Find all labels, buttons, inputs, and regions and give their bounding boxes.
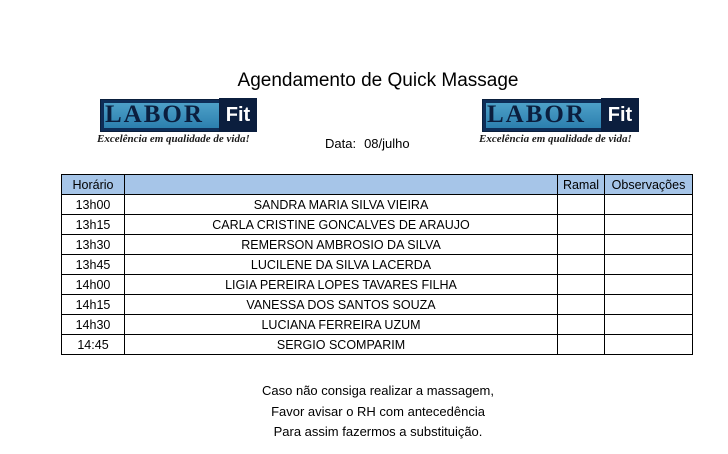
table-row: 13h15 CARLA CRISTINE GONCALVES DE ARAUJO	[61, 214, 693, 235]
note-line: Para assim fazermos a substituição.	[273, 424, 483, 439]
note-line: Favor avisar o RH com antecedência	[271, 403, 485, 419]
table-row: 14h30 LUCIANA FERREIRA UZUM	[61, 314, 693, 335]
logo-banner: LABOR Fit	[482, 98, 639, 132]
page-title: Agendamento de Quick Massage	[237, 70, 519, 91]
logo-fit: Fit	[219, 98, 257, 132]
cell-ramal	[557, 274, 605, 295]
cell-time: 13h00	[61, 194, 125, 215]
cell-time: 13h15	[61, 214, 125, 235]
note-line: Caso não consiga realizar a massagem,	[262, 383, 494, 398]
cell-ramal	[557, 294, 605, 315]
date-label: Data:	[325, 136, 357, 151]
logo-word: LABOR	[105, 101, 204, 128]
table-row: 13h00 SANDRA MARIA SILVA VIEIRA	[61, 194, 693, 215]
column-header-time: Horário	[61, 174, 125, 195]
cell-obs	[604, 334, 693, 355]
cell-ramal	[557, 194, 605, 215]
footer-notes: Caso não consiga realizar a massagem, Fa…	[0, 381, 728, 443]
date-value: 08/julho	[364, 136, 410, 151]
cell-time: 13h30	[61, 234, 125, 255]
cell-name: LUCILENE DA SILVA LACERDA	[124, 254, 558, 275]
date-line: Data: 08/julho	[325, 136, 410, 151]
cell-name: SANDRA MARIA SILVA VIEIRA	[124, 194, 558, 215]
cell-ramal	[557, 234, 605, 255]
table-row: 14h00 LIGIA PEREIRA LOPES TAVARES FILHA	[61, 274, 693, 295]
cell-name: SERGIO SCOMPARIM	[124, 334, 558, 355]
cell-name: CARLA CRISTINE GONCALVES DE ARAUJO	[124, 214, 558, 235]
schedule-table: Horário Ramal Observações 13h00 SANDRA M…	[61, 174, 693, 355]
table-header-row: Horário Ramal Observações	[61, 174, 693, 195]
cell-ramal	[557, 334, 605, 355]
cell-ramal	[557, 214, 605, 235]
cell-obs	[604, 234, 693, 255]
table-row: 13h30 REMERSON AMBROSIO DA SILVA	[61, 234, 693, 255]
cell-time: 14h00	[61, 274, 125, 295]
cell-name: LIGIA PEREIRA LOPES TAVARES FILHA	[124, 274, 558, 295]
cell-obs	[604, 294, 693, 315]
column-header-obs: Observações	[604, 174, 693, 195]
column-header-name	[124, 174, 558, 195]
laborfit-logo-right: LABOR Fit Excelência em qualidade de vid…	[479, 98, 654, 151]
cell-obs	[604, 194, 693, 215]
laborfit-logo-left: LABOR Fit Excelência em qualidade de vid…	[97, 98, 272, 151]
logo-tagline: Excelência em qualidade de vida!	[97, 133, 250, 145]
table-row: 14:45 SERGIO SCOMPARIM	[61, 334, 693, 355]
cell-obs	[604, 214, 693, 235]
cell-ramal	[557, 254, 605, 275]
cell-time: 14:45	[61, 334, 125, 355]
cell-time: 14h30	[61, 314, 125, 335]
table-row: 14h15 VANESSA DOS SANTOS SOUZA	[61, 294, 693, 315]
cell-obs	[604, 274, 693, 295]
cell-name: VANESSA DOS SANTOS SOUZA	[124, 294, 558, 315]
cell-ramal	[557, 314, 605, 335]
logo-banner: LABOR Fit	[100, 98, 257, 132]
cell-name: LUCIANA FERREIRA UZUM	[124, 314, 558, 335]
cell-obs	[604, 254, 693, 275]
column-header-ramal: Ramal	[557, 174, 605, 195]
cell-time: 14h15	[61, 294, 125, 315]
logo-tagline: Excelência em qualidade de vida!	[479, 133, 632, 145]
logo-fit: Fit	[601, 98, 639, 132]
logo-word: LABOR	[487, 101, 586, 128]
cell-time: 13h45	[61, 254, 125, 275]
cell-name: REMERSON AMBROSIO DA SILVA	[124, 234, 558, 255]
cell-obs	[604, 314, 693, 335]
table-row: 13h45 LUCILENE DA SILVA LACERDA	[61, 254, 693, 275]
